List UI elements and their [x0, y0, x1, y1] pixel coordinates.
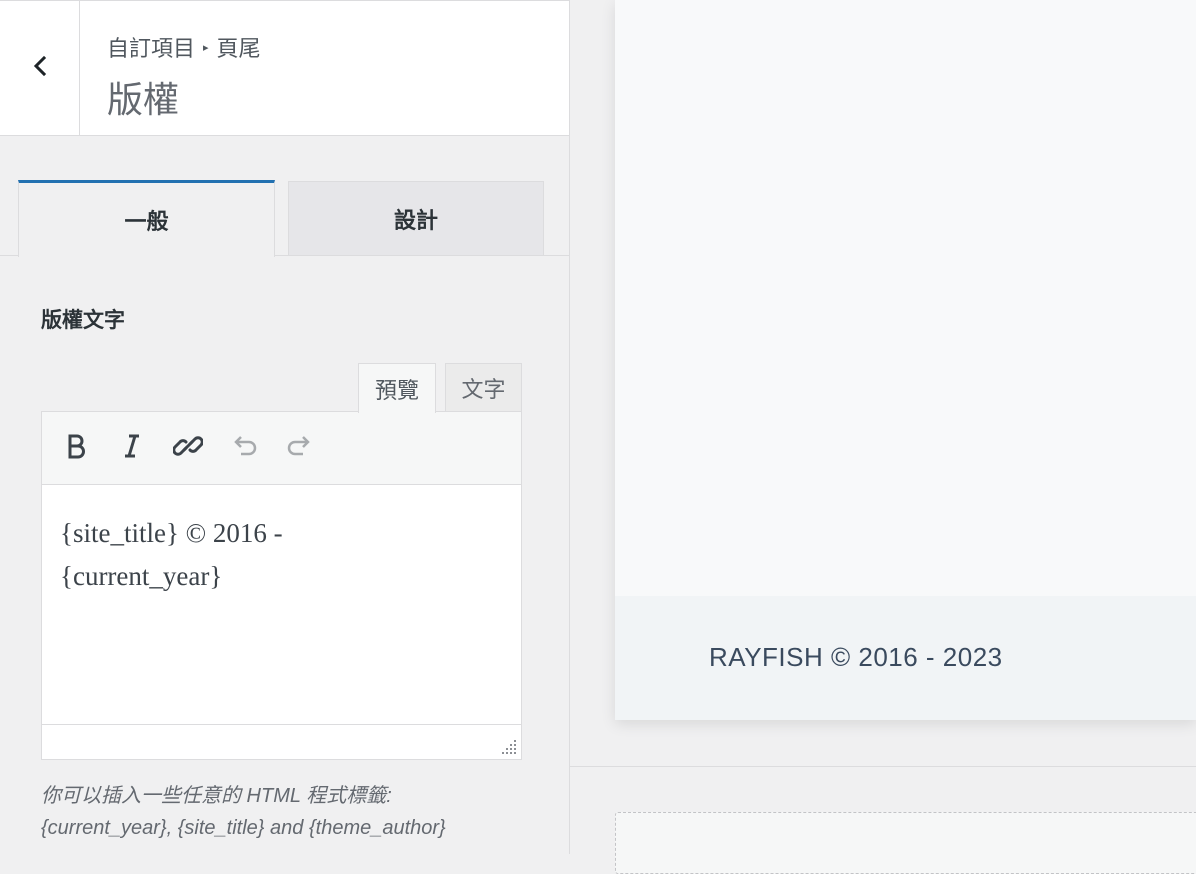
tab-design[interactable]: 設計 [288, 181, 544, 256]
link-button[interactable] [170, 430, 206, 466]
bold-icon [61, 431, 91, 466]
preview-divider [570, 766, 1196, 767]
tab-general[interactable]: 一般 [18, 180, 275, 257]
italic-icon [117, 431, 147, 466]
breadcrumb: 自訂項目 ▸ 頁尾 [107, 31, 261, 63]
back-button[interactable] [0, 1, 80, 135]
panel-title: 版權 [107, 79, 180, 120]
rich-text-editor: {site_title} © 2016 - {current_year} [41, 411, 522, 760]
editor-statusbar [42, 724, 521, 759]
field-description: 你可以插入一些任意的 HTML 程式標籤: {current_year}, {s… [41, 780, 541, 844]
link-icon [172, 431, 204, 466]
footer-copyright-text: RAYFISH © 2016 - 2023 [709, 642, 1003, 672]
site-preview: RAYFISH © 2016 - 2023 [570, 0, 1196, 874]
editor-tab-text[interactable]: 文字 [445, 363, 522, 412]
content-line-1: {site_title} © 2016 - [60, 518, 283, 548]
preview-frame: RAYFISH © 2016 - 2023 [615, 0, 1196, 720]
undo-icon [229, 431, 259, 466]
redo-icon [285, 431, 315, 466]
panel-header: 自訂項目 ▸ 頁尾 版權 [0, 0, 569, 136]
editor-tab-visual[interactable]: 預覽 [358, 363, 436, 413]
content-line-2: {current_year} [60, 561, 223, 591]
description-line-1: 你可以插入一些任意的 HTML 程式標籤: [41, 785, 392, 807]
bold-button[interactable] [58, 430, 94, 466]
undo-button[interactable] [226, 430, 262, 466]
customizer-panel: 自訂項目 ▸ 頁尾 版權 一般 設計 版權文字 預覽 文字 {site_titl… [0, 0, 570, 854]
preview-placeholder-box [615, 812, 1196, 874]
editor-content[interactable]: {site_title} © 2016 - {current_year} [60, 512, 500, 598]
copyright-text-label: 版權文字 [41, 309, 125, 332]
italic-button[interactable] [114, 430, 150, 466]
description-line-2: {current_year}, {site_title} and {theme_… [41, 817, 446, 839]
breadcrumb-root: 自訂項目 [107, 36, 196, 61]
breadcrumb-section: 頁尾 [216, 36, 261, 61]
site-footer[interactable]: RAYFISH © 2016 - 2023 [615, 596, 1196, 720]
chevron-left-icon [29, 55, 51, 82]
redo-button[interactable] [282, 430, 318, 466]
breadcrumb-separator: ▸ [203, 41, 209, 54]
resize-handle-icon[interactable] [500, 738, 518, 756]
editor-toolbar [42, 412, 521, 485]
